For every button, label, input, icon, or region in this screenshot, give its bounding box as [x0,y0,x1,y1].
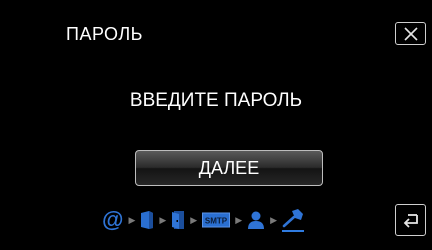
enter-password-prompt: ВВЕДИТЕ ПАРОЛЬ [129,90,303,111]
close-button[interactable] [395,22,426,45]
server-icon [140,210,154,230]
setup-steps-indicator: @ ▶ ▶ ▶ SMTP ▶ ▶ [102,206,305,234]
small-right-arrow-icon: ▶ [235,214,243,225]
page-title: ПАРОЛЬ [66,24,143,44]
key-icon [282,208,305,232]
small-right-arrow-icon: ▶ [270,214,278,225]
next-button[interactable]: ДАЛЕЕ [135,150,323,186]
back-button[interactable] [395,204,426,236]
user-icon [247,210,265,230]
small-right-arrow-icon: ▶ [190,214,198,225]
return-arrow-icon [403,214,418,228]
door-icon [171,210,185,230]
small-right-arrow-icon: ▶ [128,214,136,225]
close-icon [403,26,418,41]
small-right-arrow-icon: ▶ [159,214,167,225]
next-button-label: ДАЛЕЕ [198,157,260,178]
smtp-icon-label: SMTP [205,217,228,226]
smtp-icon: SMTP [202,212,231,228]
password-screen: ПАРОЛЬ ВВЕДИТЕ ПАРОЛЬ ДАЛЕЕ @ ▶ ▶ ▶ SMTP… [0,0,432,250]
at-sign-icon: @ [102,207,124,232]
